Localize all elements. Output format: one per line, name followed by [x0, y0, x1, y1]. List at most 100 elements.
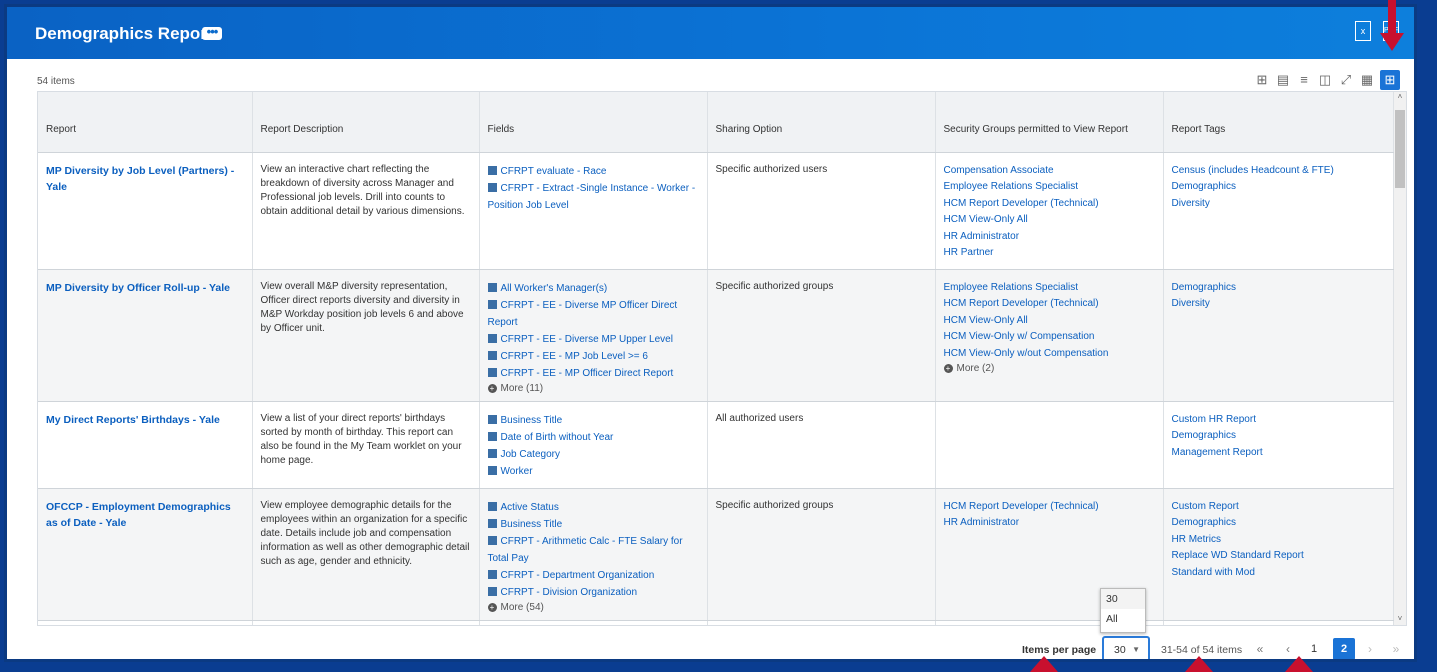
annotation-arrow-head [1185, 656, 1213, 672]
field-link[interactable]: Date of Birth without Year [487, 429, 699, 446]
field-link[interactable]: CFRPT - Arithmetic Calc - FTE Salary for… [487, 533, 699, 567]
more-fields-link[interactable]: + More (54) [487, 601, 699, 614]
field-link[interactable]: CFRPT - EE - Diverse MP Officer Direct R… [487, 297, 699, 331]
vertical-scrollbar[interactable]: ˄ ˅ [1394, 92, 1406, 625]
table-row: Overall Faculty & Staff Diversity - Yale… [38, 620, 1394, 625]
tag-link[interactable]: Management Report [1172, 445, 1385, 462]
column-header-report[interactable]: Report [38, 92, 253, 153]
field-type-icon [487, 367, 497, 377]
tag-link[interactable]: Standard with Mod [1172, 565, 1385, 582]
report-link[interactable]: OFCCP - Employment Demographics as of Da… [46, 501, 231, 529]
security-group-link[interactable]: HCM Report Developer (Technical) [944, 499, 1155, 516]
report-cell: OFCCP - Employment Demographics as of Da… [38, 488, 253, 621]
security-group-link[interactable]: HR Administrator [944, 229, 1155, 246]
column-header-sharing[interactable]: Sharing Option [707, 92, 936, 153]
field-link[interactable]: Job Category [487, 446, 699, 463]
column-header-tags[interactable]: Report Tags [1163, 92, 1394, 153]
fields-cell: All Worker's Manager(s) CFRPT - EE - Dive… [479, 269, 708, 402]
grid-toolbar: ⊞ ▤ ≡ ◫ ⤢ ▦ ⊞ [1254, 70, 1400, 90]
fields-cell: CFRPT evaluate - Race CFRPT - Extract -Si… [479, 152, 708, 270]
related-actions-icon[interactable]: ••• [202, 25, 222, 40]
field-link[interactable]: Business Title [487, 412, 699, 429]
field-link[interactable]: All Worker's Manager(s) [487, 280, 699, 297]
grid-view-icon[interactable]: ⊞ [1380, 70, 1400, 90]
filter-icon[interactable]: ≡ [1296, 72, 1312, 88]
field-type-icon [487, 282, 497, 292]
tags-cell: Demographics Diversity [1163, 269, 1394, 402]
tags-cell: Custom HR Report Demographics Management R… [1163, 401, 1394, 489]
security-group-link[interactable]: HCM View-Only w/ Compensation [944, 329, 1155, 346]
field-link[interactable]: CFRPT - EE - MP Job Level >= 6 [487, 348, 699, 365]
tag-link[interactable]: Custom HR Report [1172, 412, 1385, 429]
export-excel-icon[interactable]: ⊞ [1254, 72, 1270, 88]
tag-link[interactable]: Demographics [1172, 179, 1385, 196]
report-link[interactable]: My Direct Reports' Birthdays - Yale [46, 414, 220, 426]
security-group-link[interactable]: HR Partner [944, 245, 1155, 262]
field-link[interactable]: CFRPT evaluate - Race [487, 163, 699, 180]
security-group-link[interactable]: HCM View-Only All [944, 313, 1155, 330]
column-header-fields[interactable]: Fields [479, 92, 708, 153]
table-row: My Direct Reports' Birthdays - Yale View … [38, 401, 1394, 489]
description-cell: View an interactive graph of the overall… [252, 620, 480, 625]
security-group-link[interactable]: HCM Report Developer (Technical) [944, 196, 1155, 213]
scrollbar-thumb[interactable] [1395, 110, 1405, 188]
dropdown-option[interactable]: 30 [1101, 589, 1145, 609]
column-chooser-icon[interactable]: ▤ [1275, 72, 1291, 88]
next-page-button[interactable]: › [1363, 638, 1377, 659]
column-header-security[interactable]: Security Groups permitted to View Report [935, 92, 1164, 153]
security-group-link[interactable]: HCM Report Developer (Technical) [944, 296, 1155, 313]
column-header-description[interactable]: Report Description [252, 92, 480, 153]
tag-link[interactable]: Replace WD Standard Report [1172, 548, 1385, 565]
tag-link[interactable]: Census (includes Headcount & FTE) [1172, 163, 1385, 180]
field-type-icon [487, 431, 497, 441]
table-view-icon[interactable]: ▦ [1359, 72, 1375, 88]
sharing-cell: All authorized users [707, 401, 936, 489]
field-type-icon [487, 569, 497, 579]
field-link[interactable]: CFRPT - EE - MP Officer Direct Report [487, 365, 699, 382]
tag-link[interactable]: HR Metrics [1172, 532, 1385, 549]
tags-cell: Custom Report Demographics HR Metrics Repla… [1163, 488, 1394, 621]
tag-link[interactable]: Demographics [1172, 428, 1385, 445]
tag-link[interactable]: Custom Report [1172, 499, 1385, 516]
field-link[interactable]: CFRPT - EE - Diverse MP Upper Level [487, 331, 699, 348]
dropdown-option[interactable]: All [1101, 609, 1145, 629]
field-type-icon [487, 535, 497, 545]
page-2-button[interactable]: 2 [1333, 638, 1355, 659]
last-page-button[interactable]: » [1389, 638, 1403, 659]
security-group-link[interactable]: HCM View-Only w/out Compensation [944, 346, 1155, 363]
first-page-button[interactable]: « [1253, 638, 1267, 659]
reports-table: Report Report Description Fields Sharing… [37, 91, 1407, 626]
items-per-page-select[interactable]: 30 ▼ [1102, 636, 1150, 659]
tag-link[interactable]: Diversity [1172, 196, 1385, 213]
field-type-icon [487, 501, 497, 511]
items-per-page-value: 30 [1114, 644, 1126, 656]
report-link[interactable]: MP Diversity by Job Level (Partners) - Y… [46, 165, 234, 193]
security-group-link[interactable]: Employee Relations Specialist [944, 280, 1155, 297]
field-link[interactable]: CFRPT - Extract -Single Instance - Worke… [487, 180, 699, 214]
field-type-icon [487, 465, 497, 475]
field-link[interactable]: Active Status [487, 499, 699, 516]
fields-cell: Business Title Date of Birth without Year… [479, 401, 708, 489]
items-per-page-dropdown: 30 All [1100, 588, 1146, 633]
field-link[interactable]: Worker [487, 463, 699, 480]
more-security-link[interactable]: + More (2) [943, 362, 1155, 375]
annotation-arrow-head [1285, 656, 1313, 672]
report-link[interactable]: MP Diversity by Officer Roll-up - Yale [46, 282, 230, 294]
field-link[interactable]: Business Title [487, 516, 699, 533]
fullscreen-icon[interactable]: ⤢ [1338, 72, 1354, 88]
field-type-icon [487, 333, 497, 343]
security-group-link[interactable]: HCM View-Only All [944, 212, 1155, 229]
layout-icon[interactable]: ◫ [1317, 72, 1333, 88]
plus-icon: + [487, 602, 497, 612]
security-group-link[interactable]: Employee Relations Specialist [944, 179, 1155, 196]
tag-link[interactable]: Demographics [1172, 515, 1385, 532]
field-type-icon [487, 299, 497, 309]
export-excel-icon[interactable]: x [1355, 21, 1371, 41]
security-group-link[interactable]: Compensation Associate [944, 163, 1155, 180]
tag-link[interactable]: Diversity [1172, 296, 1385, 313]
security-group-link[interactable]: HR Administrator [944, 515, 1155, 532]
field-link[interactable]: CFRPT - Department Organization [487, 567, 699, 584]
more-fields-link[interactable]: + More (11) [487, 382, 699, 395]
field-link[interactable]: CFRPT - Division Organization [487, 584, 699, 601]
tag-link[interactable]: Demographics [1172, 280, 1385, 297]
